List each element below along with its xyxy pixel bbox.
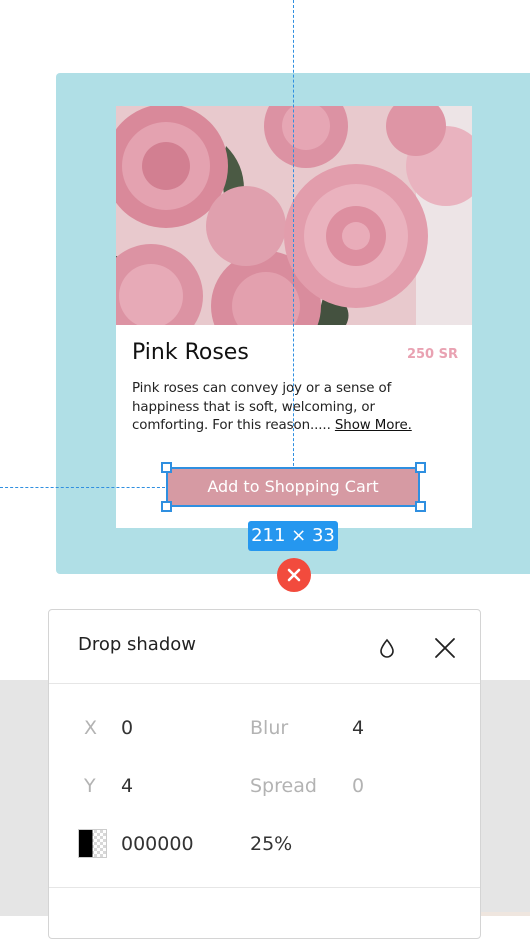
remove-button[interactable] — [277, 558, 311, 592]
product-image — [116, 106, 472, 325]
x-label: X — [84, 717, 98, 739]
panel-title: Drop shadow — [78, 634, 197, 655]
blur-value-field[interactable]: 4 — [352, 717, 364, 739]
blur-label: Blur — [250, 717, 289, 739]
description-line: Pink roses can convey joy or a sense of — [132, 381, 392, 396]
resize-handle-bottom-left[interactable] — [161, 501, 172, 512]
x-value-field[interactable]: 0 — [121, 717, 133, 739]
panel-divider — [49, 683, 480, 684]
description-line: happiness that is soft, welcoming, or — [132, 399, 375, 415]
product-description: Pink roses can convey joy or a sense of … — [132, 380, 458, 436]
description-line-text: comforting. For this reason..... — [132, 418, 335, 433]
resize-handle-top-right[interactable] — [415, 462, 426, 473]
drop-icon[interactable] — [377, 636, 397, 660]
description-line: comforting. For this reason..... Show Mo… — [132, 417, 458, 436]
horizontal-guide — [0, 487, 165, 488]
product-price: 250 SR — [406, 347, 458, 362]
vertical-guide — [293, 0, 294, 466]
close-icon[interactable] — [433, 636, 457, 660]
spread-value-field[interactable]: 0 — [352, 775, 364, 797]
panel-divider — [49, 887, 480, 888]
y-value-field[interactable]: 4 — [121, 775, 133, 797]
remove-x-icon — [287, 568, 301, 582]
resize-handle-bottom-right[interactable] — [415, 501, 426, 512]
y-label: Y — [84, 775, 96, 797]
opacity-field[interactable]: 25% — [250, 833, 292, 855]
add-to-cart-button[interactable]: Add to Shopping Cart — [166, 468, 420, 506]
color-swatch-icon[interactable] — [78, 829, 107, 858]
drop-shadow-panel: Drop shadow X 0 Blur 4 Y 4 Spread 0 0000… — [48, 609, 481, 939]
product-title: Pink Roses — [132, 340, 249, 365]
show-more-link[interactable]: Show More. — [335, 418, 412, 433]
resize-handle-top-left[interactable] — [161, 462, 172, 473]
dimensions-badge: 211 × 33 — [248, 521, 338, 551]
spread-label: Spread — [250, 775, 317, 797]
color-hex-field[interactable]: 000000 — [121, 833, 194, 855]
